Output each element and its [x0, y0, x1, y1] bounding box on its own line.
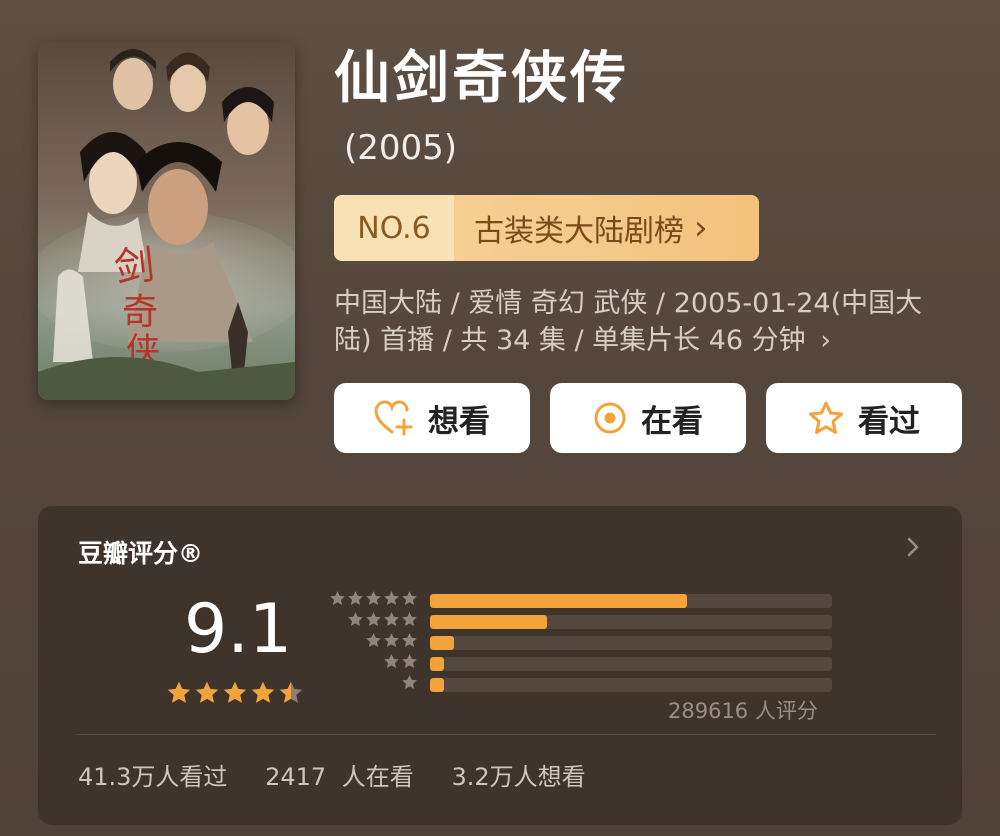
watched-count: 41.3万人看过	[78, 763, 228, 791]
star-icon	[194, 680, 220, 710]
rating-score: 9.1	[184, 590, 293, 669]
small-star-icon	[383, 653, 400, 674]
audience-stats: 41.3万人看过 2417 人在看 3.2万人想看	[78, 757, 608, 792]
rating-bar-track	[430, 656, 832, 671]
watching-count: 2417 人在看	[265, 763, 414, 791]
small-star-icon	[401, 611, 418, 632]
show-meta[interactable]: 中国大陆 / 爱情 奇幻 武侠 / 2005-01-24(中国大 陆) 首播 /…	[334, 285, 954, 359]
rank-label: 古装类大陆剧榜	[474, 214, 684, 249]
svg-text:剑: 剑	[112, 242, 157, 292]
rank-badge[interactable]: NO.6 古装类大陆剧榜 ›	[334, 195, 759, 261]
rating-row-4-star	[328, 611, 838, 632]
want-to-watch-button[interactable]: 想看	[334, 383, 530, 453]
rating-bar-track	[430, 677, 832, 692]
small-star-icon	[401, 674, 418, 695]
star-icon	[222, 680, 248, 710]
rating-bar-fill	[430, 614, 547, 629]
rating-card[interactable]: 豆瓣评分® 9.1 289616 人评分 41.3万人看过 2417 人在看 3…	[38, 506, 962, 825]
watching-button[interactable]: 在看	[550, 383, 746, 453]
rating-row-stars	[328, 590, 418, 611]
watching-label: 在看	[641, 403, 703, 440]
release-year: (2005)	[344, 128, 458, 168]
star-icon	[166, 680, 192, 710]
star-icon	[278, 680, 304, 710]
watched-label: 看过	[858, 403, 920, 440]
rating-title: 豆瓣评分®	[78, 539, 204, 568]
rating-bar-fill	[430, 593, 688, 608]
chevron-right-icon: ›	[820, 325, 832, 356]
target-icon	[593, 401, 627, 435]
watched-button[interactable]: 看过	[766, 383, 962, 453]
small-star-icon	[365, 611, 382, 632]
chevron-right-icon[interactable]	[906, 536, 920, 562]
rating-row-stars	[328, 653, 418, 674]
page-title: 仙剑奇侠传	[334, 46, 629, 111]
small-star-icon	[347, 611, 364, 632]
rating-bar-track	[430, 593, 832, 608]
divider	[76, 734, 936, 735]
rating-row-5-star	[328, 590, 838, 611]
small-star-icon	[401, 632, 418, 653]
want-count: 3.2万人想看	[451, 763, 586, 791]
meta-line-1: 中国大陆 / 爱情 奇幻 武侠 / 2005-01-24(中国大	[334, 288, 923, 319]
rating-bar-fill	[430, 677, 445, 692]
rating-row-1-star	[328, 674, 838, 695]
rating-bar-track	[430, 635, 832, 650]
rating-count: 289616 人评分	[668, 699, 818, 723]
rating-stars	[166, 680, 304, 710]
rating-distribution	[328, 590, 838, 695]
rank-number: NO.6	[334, 195, 454, 261]
rating-row-stars	[328, 632, 418, 653]
star-outline-icon	[808, 401, 844, 435]
small-star-icon	[365, 590, 382, 611]
small-star-icon	[383, 632, 400, 653]
small-star-icon	[401, 653, 418, 674]
small-star-icon	[329, 590, 346, 611]
svg-text:奇: 奇	[122, 292, 158, 333]
rating-row-3-star	[328, 632, 838, 653]
chevron-right-icon: ›	[694, 208, 708, 248]
poster-image[interactable]: 剑 奇 侠 传	[38, 42, 295, 400]
small-star-icon	[401, 590, 418, 611]
rating-row-stars	[328, 611, 418, 632]
meta-line-2: 陆) 首播 / 共 34 集 / 单集片长 46 分钟	[334, 325, 806, 356]
small-star-icon	[383, 611, 400, 632]
rating-row-2-star	[328, 653, 838, 674]
rating-row-stars	[328, 674, 418, 695]
small-star-icon	[383, 590, 400, 611]
rank-label-group: 古装类大陆剧榜 ›	[454, 195, 759, 261]
small-star-icon	[365, 632, 382, 653]
rating-bar-fill	[430, 635, 455, 650]
rating-bar-fill	[430, 656, 445, 671]
rating-bar-track	[430, 614, 832, 629]
heart-plus-icon	[374, 400, 414, 436]
star-icon	[250, 680, 276, 710]
small-star-icon	[347, 590, 364, 611]
want-to-watch-label: 想看	[428, 403, 490, 440]
